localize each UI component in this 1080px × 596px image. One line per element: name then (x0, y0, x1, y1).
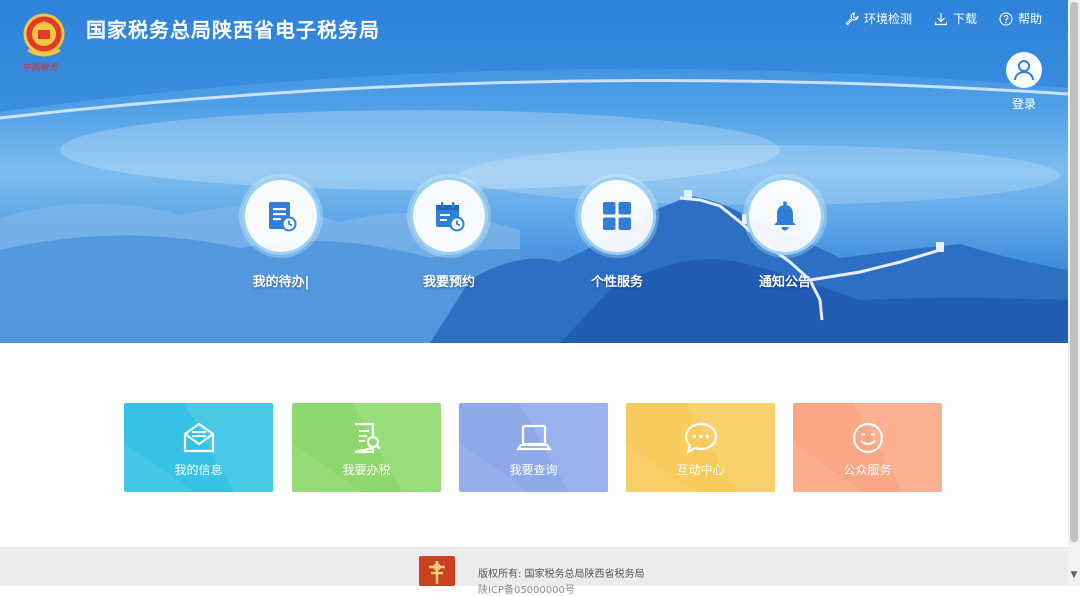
download-icon (934, 12, 948, 25)
quick-action-label: 通知公告 (758, 275, 811, 290)
document-search-icon (354, 422, 381, 454)
calendar-clock-icon (436, 202, 465, 232)
bell-icon (774, 201, 796, 231)
login-button[interactable]: 登录 (1004, 52, 1044, 112)
hero-banner: 中国税务 国家税务总局陕西省电子税务局 环境检测 下载 帮助 登录 我的待办| … (0, 0, 1068, 343)
smiley-icon (852, 422, 883, 454)
todo-list-icon (269, 202, 297, 232)
quick-action-circle (746, 177, 824, 255)
tile-my-info[interactable]: 我的信息 (124, 403, 273, 492)
chat-bubble-icon (684, 422, 717, 454)
scroll-down-arrow-icon[interactable]: ▼ (1068, 570, 1080, 580)
tile-label: 我的信息 (174, 463, 223, 477)
help-label: 帮助 (1017, 12, 1042, 26)
page-footer: 版权所有: 国家税务总局陕西省税务局 陕ICP备05000000号 (0, 547, 1068, 596)
quick-action-todo[interactable]: 我的待办| (226, 177, 336, 290)
user-icon (1014, 60, 1034, 81)
tile-inquiry[interactable]: 我要查询 (459, 403, 608, 492)
tile-label: 互动中心 (676, 463, 725, 477)
env-check-label: 环境检测 (863, 12, 912, 26)
laptop-icon (515, 424, 552, 451)
help-icon (999, 11, 1013, 26)
quick-action-circle (410, 177, 488, 255)
download-label: 下载 (952, 12, 977, 26)
tile-public-service[interactable]: 公众服务 (793, 403, 942, 492)
tile-interaction-center[interactable]: 互动中心 (626, 403, 775, 492)
avatar (1006, 52, 1042, 88)
envelope-icon (183, 422, 214, 453)
login-label: 登录 (1011, 97, 1036, 111)
download-link[interactable]: 下载 (934, 10, 977, 27)
wrench-icon (845, 11, 859, 25)
top-navigation: 环境检测 下载 帮助 (845, 10, 1042, 27)
quick-action-label: 我要预约 (422, 275, 475, 290)
quick-action-label: 我的待办| (252, 275, 310, 290)
tile-label: 我要办税 (342, 463, 391, 477)
tile-label: 公众服务 (843, 463, 892, 477)
quick-action-notice[interactable]: 通知公告 (730, 177, 840, 290)
icp-text: 陕ICP备05000000号 (478, 585, 575, 596)
help-link[interactable]: 帮助 (999, 10, 1042, 27)
vertical-scrollbar[interactable]: ▼ (1068, 0, 1080, 586)
national-emblem-icon: 中国税务 (20, 10, 68, 76)
tile-label: 我要查询 (509, 463, 558, 477)
quick-action-circle (242, 177, 320, 255)
emblem-caption: 中国税务 (22, 63, 59, 73)
tile-tax-handling[interactable]: 我要办税 (292, 403, 441, 492)
scrollbar-thumb[interactable] (1070, 2, 1078, 542)
quick-action-label: 个性服务 (590, 275, 643, 290)
copyright-text: 版权所有: 国家税务总局陕西省税务局 (478, 569, 645, 580)
quick-action-appointment[interactable]: 我要预约 (394, 177, 504, 290)
quick-action-circle (578, 177, 656, 255)
tax-logo-icon (419, 556, 455, 586)
site-brand[interactable]: 中国税务 国家税务总局陕西省电子税务局 (20, 10, 380, 76)
site-title: 国家税务总局陕西省电子税务局 (86, 17, 380, 42)
quick-action-personal-service[interactable]: 个性服务 (562, 177, 672, 290)
grid-icon (603, 202, 631, 230)
env-check-link[interactable]: 环境检测 (845, 10, 912, 27)
